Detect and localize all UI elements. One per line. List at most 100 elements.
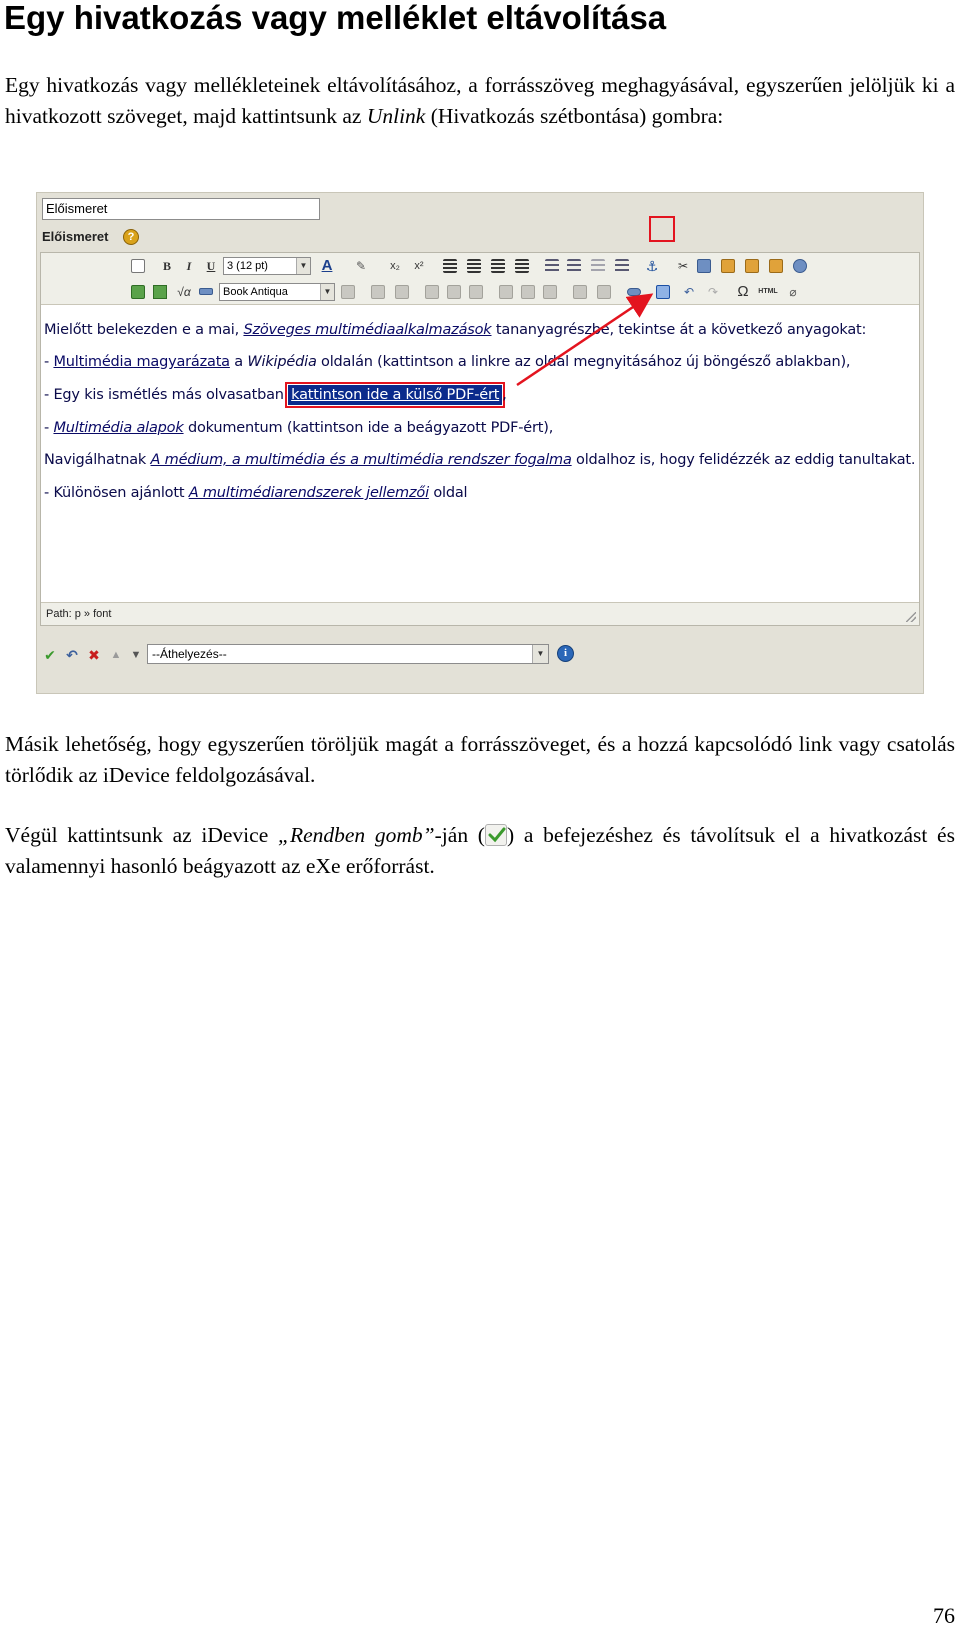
unlink-icon[interactable] [656,285,670,299]
link-icon[interactable] [627,288,641,296]
p3-text-mid: -ján ( [434,823,485,847]
line-text: tananyagrészbe, tekintse át a következő … [491,322,867,338]
line-text: - Különösen ajánlott [44,485,189,501]
table-props-icon[interactable] [395,285,409,299]
math-icon[interactable]: √α [173,284,195,300]
table-icon[interactable] [371,285,385,299]
insert-row-before-icon[interactable] [425,285,439,299]
idevice-action-bar: ✔ ↶ ✖ ▲ ▼ --Áthelyezés-- ▼ i [37,641,923,671]
toolbar-help-icon[interactable] [793,259,807,273]
line-text: Navigálhatnak [44,452,151,468]
paste-icon[interactable] [721,259,735,273]
underline-icon[interactable]: U [203,258,219,274]
outdent-icon[interactable] [591,259,605,273]
move-down-icon[interactable]: ▼ [129,648,143,662]
numbered-list-icon[interactable] [567,259,581,273]
ok-check-icon[interactable]: ✔ [43,648,57,662]
highlight-color-icon[interactable]: ✎ [353,258,369,274]
info-icon[interactable]: i [557,645,574,662]
font-color-icon[interactable]: A [319,258,335,274]
line-text: oldal [428,485,468,501]
line-text-italic: Wikipédia [247,354,317,370]
insert-col-before-icon[interactable] [499,285,513,299]
delete-icon[interactable]: ✖ [87,648,101,662]
section-heading: Egy hivatkozás vagy melléklet eltávolítá… [4,0,667,36]
p3-text-before: Végül kattintsunk az iDevice [5,823,278,847]
cut-icon[interactable]: ✂ [675,258,691,274]
intro-text-after: (Hivatkozás szétbontása) gombra: [425,104,724,128]
special-char-icon[interactable]: Ω [735,284,751,300]
insert-row-after-icon[interactable] [447,285,461,299]
line-text: dokumentum (kattintson ide a beágyazott … [183,420,554,436]
resize-grip-icon[interactable] [906,612,916,622]
editor-toolbar-row-1: B I U 3 (12 pt) ▼ A ✎ x₂ x² ⚓ ✂ [41,253,919,279]
inline-link[interactable]: A médium, a multimédia és a multimédia r… [151,452,572,468]
new-document-icon[interactable] [131,259,145,273]
ok-button-term: „Rendben gomb” [277,823,435,847]
editor-line-4: - Multimédia alapok dokumentum (kattints… [44,412,553,445]
selected-link[interactable]: kattintson ide a külső PDF-ért [285,382,506,408]
italic-icon[interactable]: I [181,258,197,274]
element-path: Path: p » font [46,608,112,620]
editor-line-6: - Különösen ajánlott A multimédiarendsze… [44,477,468,510]
help-icon[interactable]: ? [123,229,139,245]
align-left-icon[interactable] [443,259,457,273]
line-text: oldalán (kattintson a linkre az oldal me… [316,354,851,370]
undo-changes-icon[interactable]: ↶ [65,648,79,662]
align-right-icon[interactable] [491,259,505,273]
chevron-down-icon: ▼ [532,645,548,663]
merge-cells-icon[interactable] [597,285,611,299]
undo-icon[interactable]: ↶ [681,284,697,300]
editor-line-3: - Egy kis ismétlés más olvasatban kattin… [44,379,507,412]
cleanup-icon[interactable]: ⌀ [785,284,801,300]
editor-screenshot: Előismeret Előismeret ? B I U 3 (12 pt) ▼… [36,192,924,694]
inline-link[interactable]: Szöveges multimédiaalkalmazások [243,322,491,338]
superscript-icon[interactable]: x² [411,258,427,274]
copy-icon[interactable] [697,259,711,273]
edit-css-icon[interactable] [341,285,355,299]
editor-line-2: - Multimédia magyarázata a Wikipédia old… [44,346,851,379]
split-cells-icon[interactable] [573,285,587,299]
line-text: , [502,387,507,403]
horizontal-rule-icon[interactable] [199,288,213,295]
check-icon [484,824,507,846]
delete-row-icon[interactable] [469,285,483,299]
paste-text-icon[interactable] [745,259,759,273]
editor-line-1: Mielőtt belekezden e a mai, Szöveges mul… [44,314,866,347]
indent-icon[interactable] [615,259,629,273]
chevron-down-icon: ▼ [320,284,334,300]
image-icon[interactable] [131,285,145,299]
align-center-icon[interactable] [467,259,481,273]
line-text: - Egy kis ismétlés más olvasatban [44,387,289,403]
line-text: Mielőtt belekezden e a mai, [44,322,244,338]
intro-paragraph: Egy hivatkozás vagy mellékleteinek eltáv… [5,70,955,132]
third-paragraph: Végül kattintsunk az iDevice „Rendben go… [5,820,955,882]
editor-toolbar-row-2: √α Book Antiqua ▼ ↶ ↷ Ω HTML ⌀ [41,279,919,305]
inline-link[interactable]: Multimédia alapok [53,420,183,436]
font-family-value: Book Antiqua [223,286,288,298]
insert-col-after-icon[interactable] [521,285,535,299]
paste-word-icon[interactable] [769,259,783,273]
html-source-icon[interactable]: HTML [757,284,779,300]
unlink-term: Unlink [366,104,426,128]
inline-link[interactable]: A multimédiarendszerek jellemzői [189,485,429,501]
move-to-select[interactable]: --Áthelyezés-- ▼ [147,644,549,664]
delete-col-icon[interactable] [543,285,557,299]
subscript-icon[interactable]: x₂ [387,258,403,274]
align-justify-icon[interactable] [515,259,529,273]
line-text: oldalhoz is, hogy felidézzék az eddig ta… [571,452,916,468]
editor-content[interactable]: Mielőtt belekezden e a mai, Szöveges mul… [41,306,919,602]
editor-line-5: Navigálhatnak A médium, a multimédia és … [44,444,916,477]
title-input[interactable]: Előismeret [42,198,320,220]
bold-icon[interactable]: B [159,258,175,274]
font-size-select[interactable]: 3 (12 pt) ▼ [223,257,311,275]
bullet-list-icon[interactable] [545,259,559,273]
move-up-icon[interactable]: ▲ [109,648,123,662]
editor-path-bar: Path: p » font [41,602,919,625]
media-icon[interactable] [153,285,167,299]
line-text: a [229,354,248,370]
redo-icon[interactable]: ↷ [705,284,721,300]
anchor-icon[interactable]: ⚓ [645,259,659,273]
inline-link[interactable]: Multimédia magyarázata [53,354,230,370]
font-family-select[interactable]: Book Antiqua ▼ [219,283,335,301]
